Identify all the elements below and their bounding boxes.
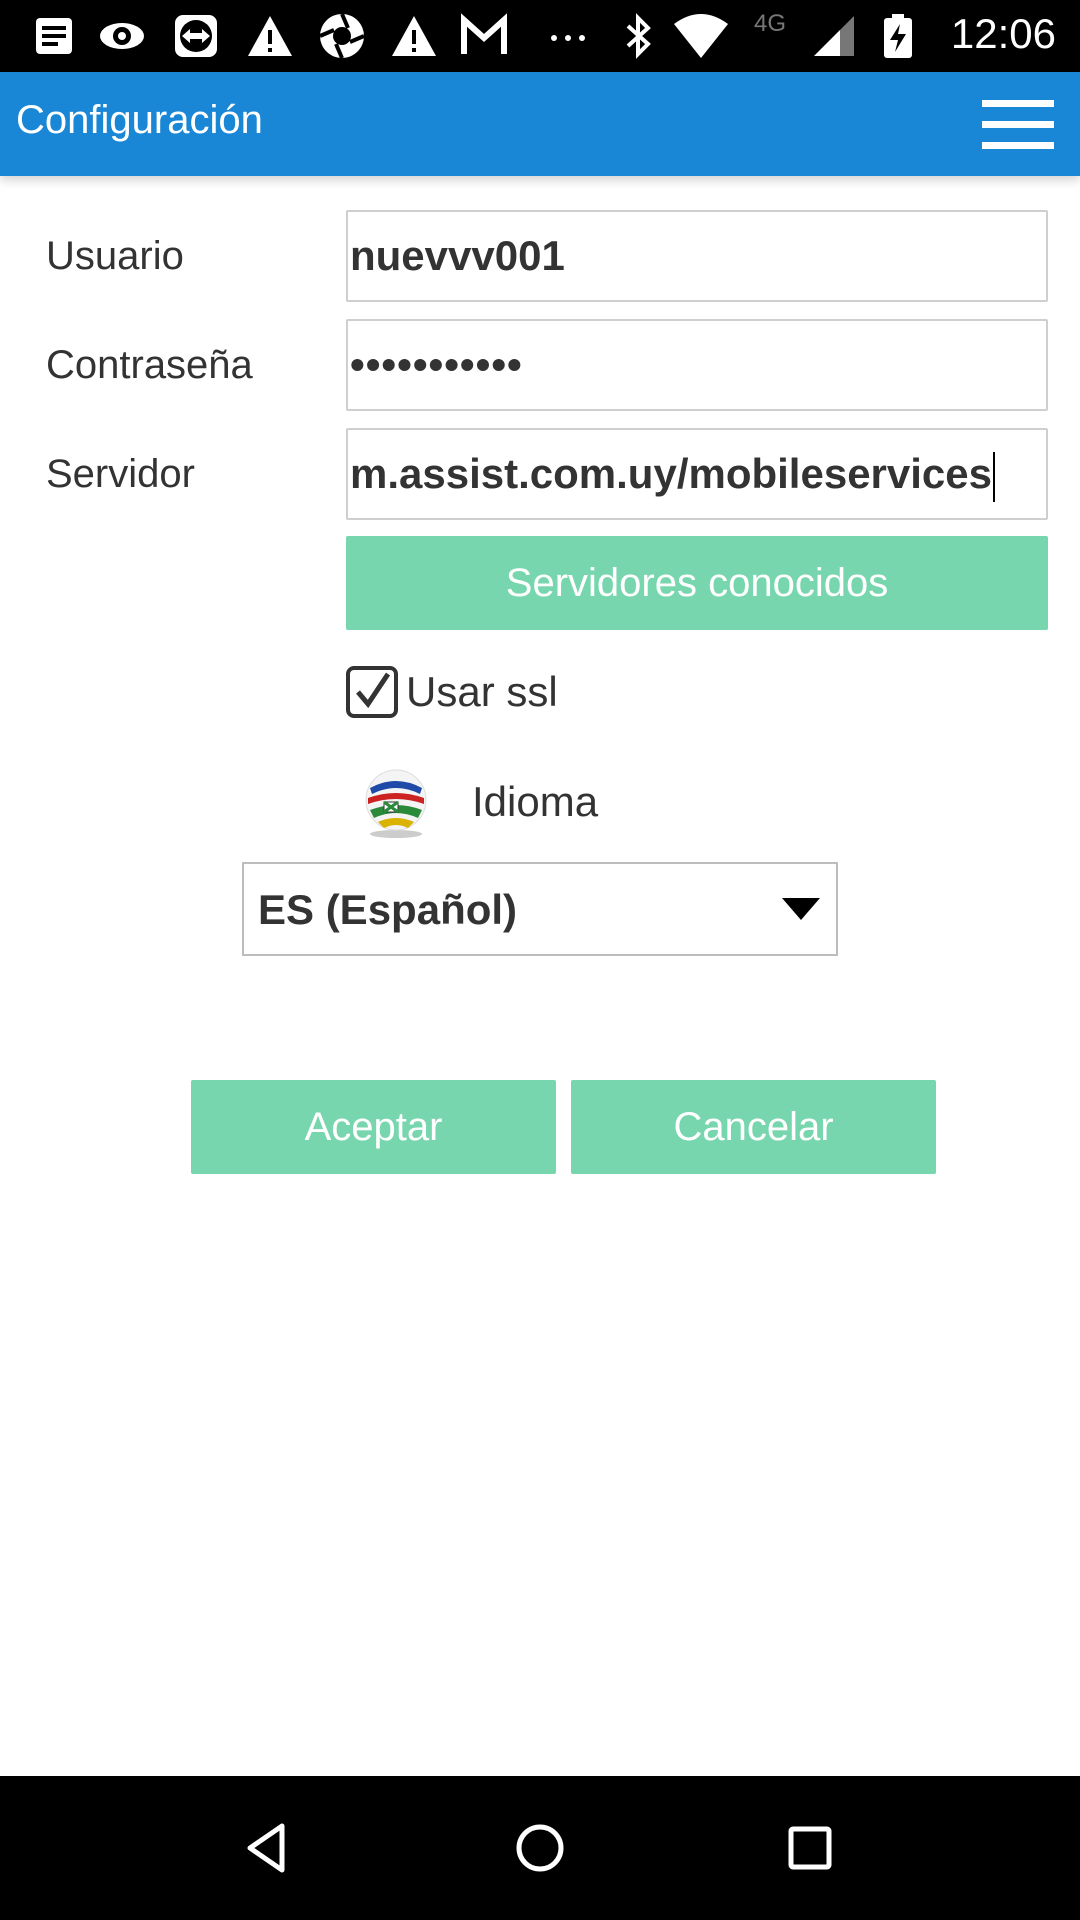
network-type: 4G — [754, 10, 787, 37]
back-icon[interactable] — [238, 1816, 302, 1880]
warning-icon — [248, 16, 292, 56]
navigation-bar — [0, 1776, 1080, 1920]
accept-button[interactable]: Aceptar — [191, 1080, 556, 1174]
battery-charging-icon — [884, 14, 912, 58]
cancel-button[interactable]: Cancelar — [571, 1080, 936, 1174]
password-input[interactable]: ••••••••••• — [346, 319, 1048, 411]
password-label: Contraseña — [46, 343, 253, 387]
use-ssl-checkbox[interactable] — [346, 666, 398, 718]
gmail-icon — [461, 13, 507, 54]
checkmark-icon — [356, 672, 391, 709]
servidor-value: m.assist.com.uy/mobileservices — [350, 450, 992, 497]
password-value: ••••••••••• — [350, 341, 523, 388]
language-label: Idioma — [472, 778, 599, 825]
chevron-down-icon — [782, 898, 820, 920]
language-select[interactable]: ES (Español) — [242, 862, 838, 956]
eye-icon — [100, 23, 144, 49]
app-bar: Configuración — [0, 72, 1080, 176]
page-title: Configuración — [16, 98, 263, 142]
use-ssl-label: Usar ssl — [406, 668, 558, 715]
status-bar: 4G 12:06 — [0, 0, 1080, 72]
bluetooth-icon — [626, 13, 651, 59]
text-cursor — [993, 451, 995, 502]
teamviewer-icon — [175, 15, 217, 57]
status-time: 12:06 — [950, 10, 1056, 57]
wifi-icon — [674, 14, 728, 58]
globe-flags-icon — [365, 769, 427, 838]
recents-icon[interactable] — [778, 1816, 842, 1880]
language-selected-value: ES (Español) — [258, 886, 518, 933]
known-servers-button[interactable]: Servidores conocidos — [346, 536, 1048, 630]
notes-icon — [36, 18, 72, 54]
signal-icon — [814, 16, 854, 56]
usuario-label: Usuario — [46, 234, 184, 278]
more-icon — [551, 35, 585, 41]
usuario-input[interactable]: nuevvv001 — [346, 210, 1048, 302]
usuario-value: nuevvv001 — [350, 232, 565, 279]
home-icon[interactable] — [508, 1816, 572, 1880]
servidor-label: Servidor — [46, 452, 195, 496]
warning-icon — [392, 16, 436, 56]
aperture-icon — [319, 13, 365, 59]
hamburger-menu-icon[interactable] — [982, 100, 1054, 150]
servidor-input[interactable]: m.assist.com.uy/mobileservices — [346, 428, 1048, 520]
